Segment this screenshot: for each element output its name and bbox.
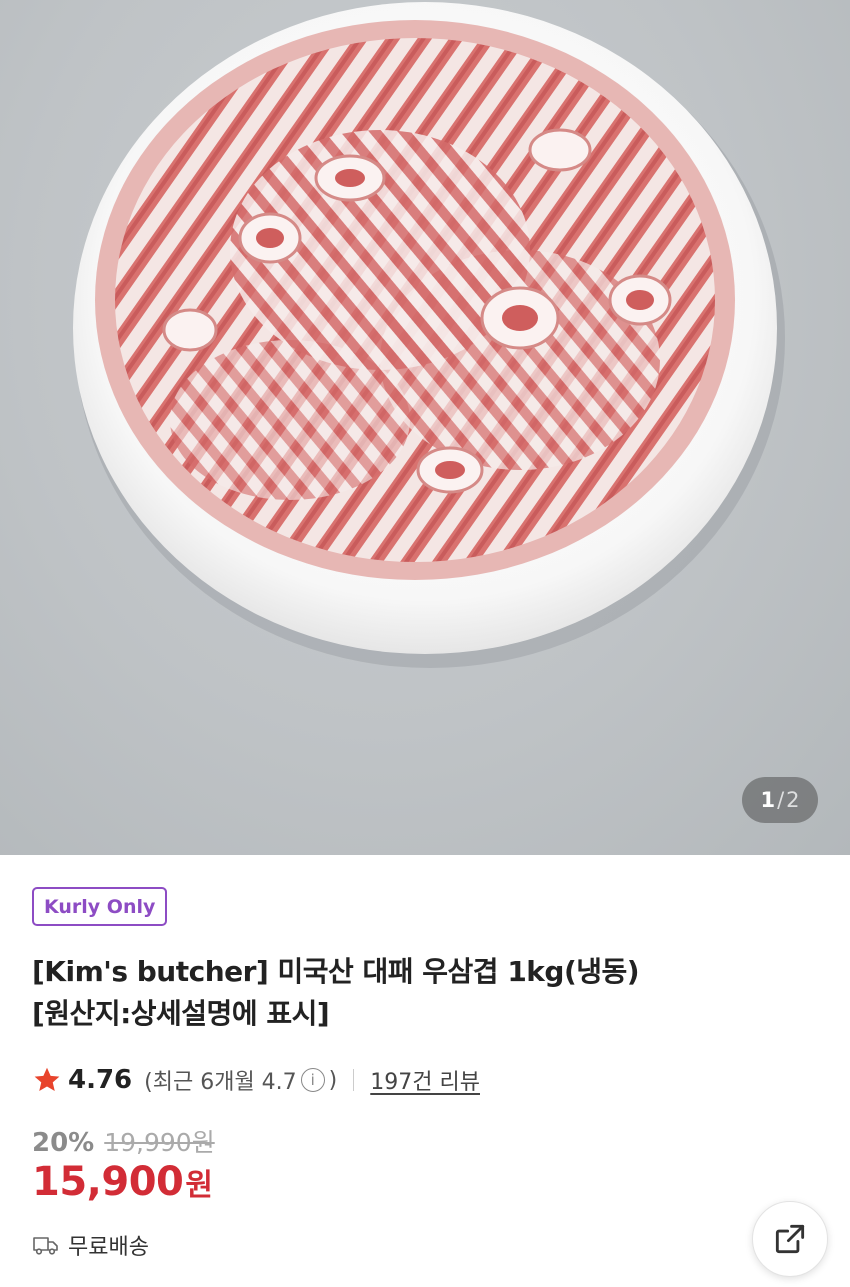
sale-price-row: 15,900 원 bbox=[32, 1159, 213, 1215]
info-icon[interactable]: i bbox=[300, 1068, 325, 1092]
kurly-only-badge: Kurly Only bbox=[32, 887, 168, 926]
share-icon bbox=[775, 1224, 805, 1254]
shipping-row: 무료배송 bbox=[32, 1227, 149, 1263]
rating-divider bbox=[353, 1069, 355, 1091]
product-info: Kurly Only [Kim's butcher] 미국산 대패 우삼겹 1k… bbox=[0, 855, 850, 1287]
discount-rate: 20% bbox=[32, 1128, 95, 1158]
product-image-carousel[interactable]: 1 / 2 bbox=[0, 0, 850, 855]
sale-price-currency: 원 bbox=[185, 1168, 213, 1203]
product-title-line2: [원산지:상세설명에 표시] bbox=[32, 997, 330, 1030]
review-count-link[interactable]: 197건 리뷰 bbox=[370, 1064, 480, 1096]
product-title: [Kim's butcher] 미국산 대패 우삼겹 1kg(냉동) [원산지:… bbox=[32, 951, 792, 1035]
product-detail-page: 1 / 2 Kurly Only [Kim's butcher] 미국산 대패 … bbox=[0, 0, 850, 1287]
truck-icon bbox=[33, 1237, 58, 1255]
pager-separator: / bbox=[777, 788, 785, 812]
recent-rating-close: ) bbox=[328, 1067, 338, 1093]
rating-score: 4.76 bbox=[68, 1065, 133, 1095]
rating-row: 4.76 (최근 6개월 4.7 i ) 197건 리뷰 bbox=[32, 1062, 480, 1098]
product-title-line1: [Kim's butcher] 미국산 대패 우삼겹 1kg(냉동) bbox=[32, 955, 640, 988]
recent-rating-label: (최근 6개월 4.7 bbox=[144, 1070, 297, 1095]
share-button[interactable] bbox=[752, 1201, 828, 1277]
pager-total: 2 bbox=[786, 788, 800, 812]
original-price: 19,990원 bbox=[104, 1128, 215, 1157]
sale-price: 15,900 bbox=[32, 1159, 184, 1205]
pager-current: 1 bbox=[760, 788, 776, 812]
product-photo bbox=[73, 2, 785, 668]
free-shipping-label: 무료배송 bbox=[68, 1235, 149, 1260]
star-icon bbox=[34, 1067, 60, 1091]
meat-pile bbox=[95, 20, 735, 580]
discount-row: 20% 19,990원 bbox=[32, 1123, 215, 1158]
recent-rating: (최근 6개월 4.7 i ) bbox=[144, 1064, 337, 1096]
image-pager: 1 / 2 bbox=[742, 777, 818, 823]
